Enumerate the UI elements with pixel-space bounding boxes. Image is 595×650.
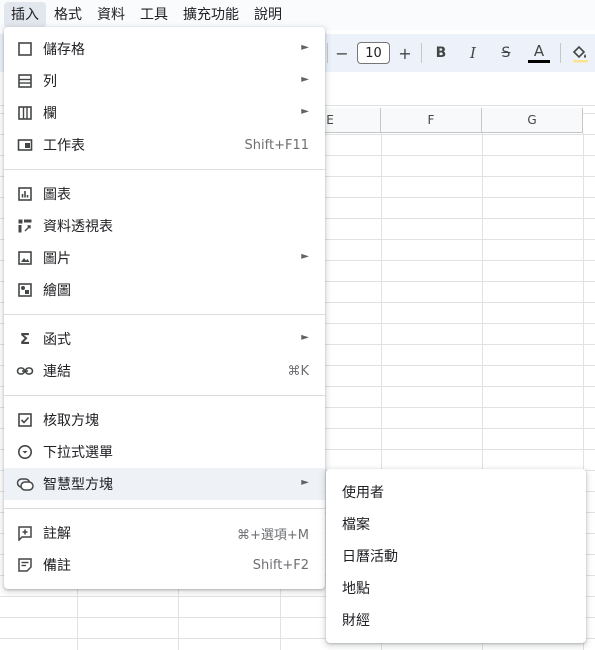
menu-item-label: 核取方塊 <box>43 413 99 429</box>
square-icon <box>16 40 34 58</box>
toolbar-divider <box>560 43 561 63</box>
menu-item-label: 下拉式選單 <box>43 445 113 461</box>
submenu-arrow-icon: ► <box>301 332 309 343</box>
menu-item-drawing[interactable]: 繪圖 <box>4 274 325 306</box>
fill-color-button[interactable] <box>568 34 592 72</box>
submenu-item-people[interactable]: 使用者 <box>326 476 586 508</box>
menu-item-image[interactable]: 圖片 ► <box>4 242 325 274</box>
menu-item-rows[interactable]: 列 ► <box>4 65 325 97</box>
menu-divider <box>4 314 325 315</box>
rows-icon <box>16 72 34 90</box>
menu-item-smart-chips[interactable]: 智慧型方塊 ► <box>4 468 325 500</box>
columns-icon <box>16 104 34 122</box>
image-icon <box>16 249 34 267</box>
menu-divider <box>4 395 325 396</box>
smart-chips-submenu: 使用者 檔案 日曆活動 地點 財經 <box>326 469 586 643</box>
chart-icon <box>16 185 34 203</box>
menu-format[interactable]: 格式 <box>47 2 89 28</box>
menu-data[interactable]: 資料 <box>90 2 132 28</box>
column-header-f[interactable]: F <box>381 108 482 133</box>
menu-item-link[interactable]: 連結 ⌘K <box>4 355 325 387</box>
menu-item-label: 智慧型方塊 <box>43 477 113 493</box>
decrease-font-size-button[interactable]: − <box>333 34 351 72</box>
menu-item-label: 函式 <box>43 332 71 348</box>
menu-item-label: 圖片 <box>43 251 71 267</box>
bold-button[interactable]: B <box>431 34 451 72</box>
menu-item-label: 備註 <box>43 558 71 574</box>
text-color-button[interactable]: A <box>528 34 550 72</box>
increase-font-size-button[interactable]: + <box>396 34 414 72</box>
note-icon <box>16 556 34 574</box>
menu-item-note[interactable]: 備註 Shift+F2 <box>4 549 325 581</box>
smart-chip-icon <box>16 475 34 493</box>
shortcut-label: Shift+F11 <box>244 137 309 153</box>
menu-item-comment[interactable]: 註解 ⌘+選項+M <box>4 517 325 549</box>
text-color-swatch <box>528 60 550 63</box>
menu-divider <box>4 508 325 509</box>
submenu-item-calendar-event[interactable]: 日曆活動 <box>326 540 586 572</box>
submenu-item-file[interactable]: 檔案 <box>326 508 586 540</box>
menu-item-checkbox[interactable]: 核取方塊 <box>4 404 325 436</box>
italic-button[interactable]: I <box>463 34 483 72</box>
shortcut-label: Shift+F2 <box>252 557 309 573</box>
menu-item-label: 工作表 <box>43 138 85 154</box>
column-header-g[interactable]: G <box>482 108 583 133</box>
menu-insert[interactable]: 插入 <box>4 2 46 28</box>
paint-bucket-icon <box>572 45 588 63</box>
insert-menu: 儲存格 ► 列 ► 欄 ► 工作表 Shift+F11 圖表 資料透視表 圖片 … <box>4 27 325 589</box>
submenu-item-finance[interactable]: 財經 <box>326 604 586 636</box>
menu-item-label: 列 <box>43 74 57 90</box>
menu-item-label: 圖表 <box>43 187 71 203</box>
submenu-arrow-icon: ► <box>301 106 309 117</box>
menu-item-label: 註解 <box>43 526 71 542</box>
sigma-icon: Σ <box>19 330 31 348</box>
dropdown-circle-icon <box>16 443 34 461</box>
menu-item-pivot-table[interactable]: 資料透視表 <box>4 210 325 242</box>
menu-item-label: 繪圖 <box>43 283 71 299</box>
link-icon <box>16 362 34 380</box>
toolbar-divider <box>327 43 328 63</box>
menu-item-columns[interactable]: 欄 ► <box>4 97 325 129</box>
submenu-arrow-icon: ► <box>301 42 309 53</box>
menu-item-function[interactable]: Σ 函式 ► <box>4 323 325 355</box>
menu-item-sheet[interactable]: 工作表 Shift+F11 <box>4 129 325 161</box>
menu-item-chart[interactable]: 圖表 <box>4 178 325 210</box>
menu-item-dropdown[interactable]: 下拉式選單 <box>4 436 325 468</box>
shortcut-label: ⌘+選項+M <box>236 527 309 543</box>
submenu-item-place[interactable]: 地點 <box>326 572 586 604</box>
font-size-input[interactable]: 10 <box>357 42 390 64</box>
menu-item-cells[interactable]: 儲存格 ► <box>4 33 325 65</box>
submenu-arrow-icon: ► <box>301 251 309 262</box>
drawing-icon <box>16 281 34 299</box>
new-sheet-icon <box>16 136 34 154</box>
submenu-arrow-icon: ► <box>301 74 309 85</box>
submenu-arrow-icon: ► <box>301 477 309 488</box>
add-comment-icon <box>16 524 34 542</box>
menu-item-label: 欄 <box>43 106 57 122</box>
text-color-letter: A <box>533 42 545 60</box>
menu-item-label: 儲存格 <box>43 42 85 58</box>
shortcut-label: ⌘K <box>287 363 309 379</box>
menu-item-label: 連結 <box>43 364 71 380</box>
menu-extensions[interactable]: 擴充功能 <box>176 2 246 28</box>
toolbar-divider <box>421 43 422 63</box>
menu-tools[interactable]: 工具 <box>133 2 175 28</box>
pivot-table-icon <box>16 217 34 235</box>
checkbox-icon <box>16 411 34 429</box>
menu-divider <box>4 169 325 170</box>
menu-bar: 插入 格式 資料 工具 擴充功能 說明 <box>0 0 595 30</box>
menu-item-label: 資料透視表 <box>43 219 113 235</box>
menu-help[interactable]: 說明 <box>247 2 289 28</box>
strikethrough-button[interactable]: S <box>496 34 516 72</box>
